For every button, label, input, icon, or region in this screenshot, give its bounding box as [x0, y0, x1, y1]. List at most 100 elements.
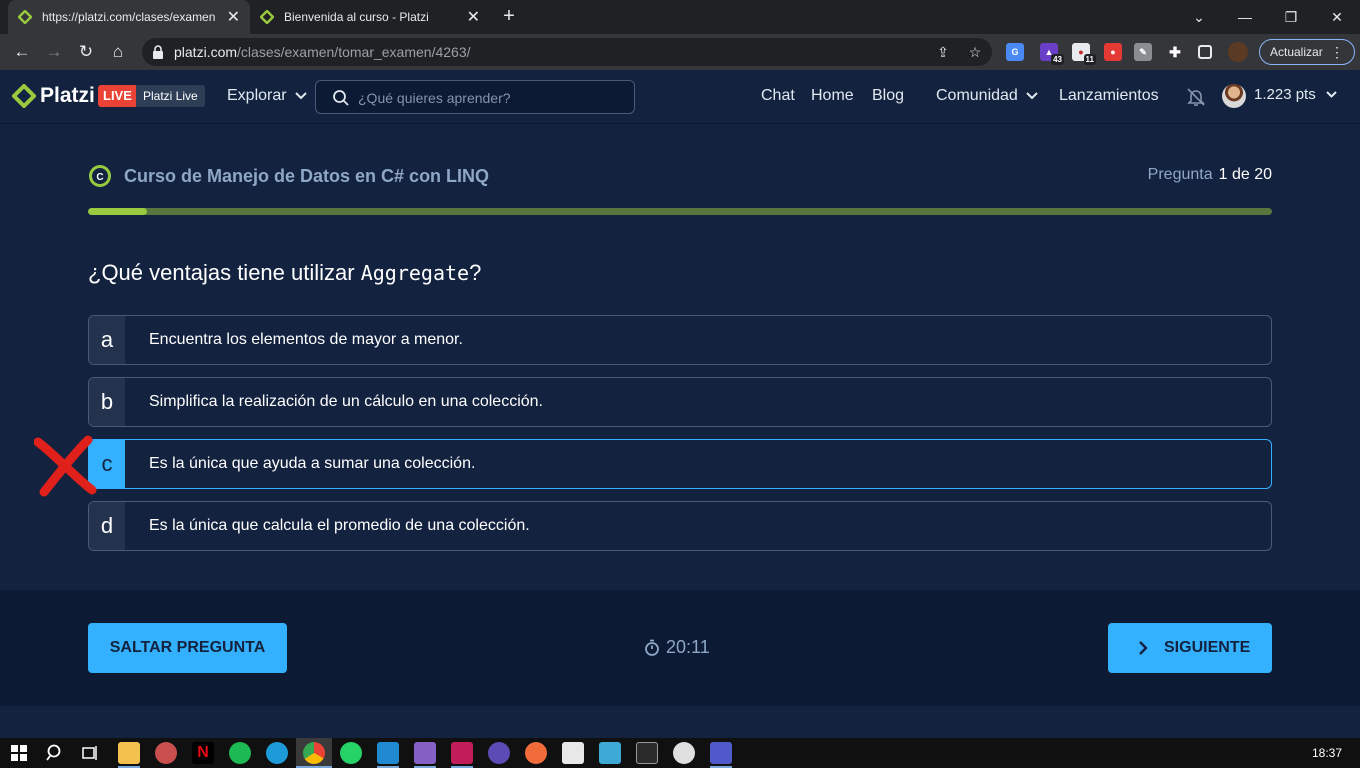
app-icon-4[interactable] [599, 742, 621, 764]
record-extension-icon[interactable]: ● [1104, 43, 1122, 61]
next-question-button[interactable]: SIGUIENTE [1108, 623, 1272, 673]
answer-option-d[interactable]: d Es la única que calcula el promedio de… [88, 501, 1272, 551]
user-avatar[interactable] [1222, 84, 1246, 108]
forward-arrow-icon[interactable]: → [42, 40, 66, 64]
tab-title: Bienvenida al curso - Platzi [284, 10, 429, 24]
minimize-icon[interactable]: — [1222, 0, 1268, 34]
teams-icon[interactable] [710, 742, 732, 764]
chevron-down-icon [1026, 92, 1038, 100]
search-input[interactable] [358, 88, 618, 108]
bookmark-star-icon[interactable]: ☆ [966, 44, 984, 60]
exam-panel: C Curso de Manejo de Datos en C# con LIN… [0, 124, 1360, 590]
nav-chat[interactable]: Chat [761, 87, 795, 105]
svg-text:C: C [96, 172, 103, 183]
platzi-favicon-icon [260, 10, 274, 24]
lock-icon [153, 45, 163, 59]
close-window-icon[interactable]: ✕ [1314, 0, 1360, 34]
home-icon[interactable]: ⌂ [106, 40, 130, 64]
live-badge[interactable]: LIVE [98, 85, 137, 107]
update-button[interactable]: Actualizar ⋮ [1259, 39, 1355, 65]
file-explorer-icon[interactable] [118, 742, 140, 764]
option-text: Es la única que calcula el promedio de u… [149, 517, 530, 534]
share-icon[interactable]: ⇪ [934, 44, 952, 60]
nav-blog[interactable]: Blog [872, 87, 904, 105]
question-counter: Pregunta 1 de 20 [1147, 166, 1272, 183]
answer-option-c[interactable]: c Es la única que ayuda a sumar una cole… [88, 439, 1272, 489]
back-arrow-icon[interactable]: ← [10, 40, 34, 64]
stopwatch-icon [645, 639, 659, 656]
pomodoro-extension-icon[interactable]: ● 11 [1072, 43, 1096, 65]
browser-tab-strip: https://platzi.com/clases/examen ✕ Bienv… [0, 0, 1360, 34]
course-heading: C Curso de Manejo de Datos en C# con LIN… [88, 164, 489, 188]
hat-extension-icon[interactable]: ▲ 43 [1040, 43, 1064, 65]
close-tab-icon[interactable]: ✕ [467, 7, 480, 27]
tab-bienvenida[interactable]: Bienvenida al curso - Platzi ✕ [250, 0, 490, 34]
visual-studio-icon[interactable] [414, 742, 436, 764]
restore-icon[interactable]: ❐ [1268, 0, 1314, 34]
tab-search-chevron-icon[interactable]: ⌄ [1176, 0, 1222, 34]
platzi-favicon-icon [18, 10, 32, 24]
task-view-icon[interactable] [79, 742, 101, 764]
netflix-icon[interactable]: N [192, 742, 214, 764]
start-icon[interactable] [8, 742, 30, 764]
option-letter: b [89, 378, 125, 426]
comunidad-menu[interactable]: Comunidad [936, 87, 1038, 105]
tab-exam[interactable]: https://platzi.com/clases/examen ✕ [8, 0, 250, 34]
close-tab-icon[interactable]: ✕ [227, 7, 240, 27]
nav-home[interactable]: Home [811, 87, 854, 105]
app-icon[interactable] [488, 742, 510, 764]
terminal-icon[interactable] [636, 742, 658, 764]
explorar-menu[interactable]: Explorar [227, 87, 307, 105]
option-text: Encuentra los elementos de mayor a menor… [149, 331, 463, 348]
extensions-puzzle-icon[interactable]: ✚ [1166, 43, 1184, 61]
skip-question-button[interactable]: SALTAR PREGUNTA [88, 623, 287, 673]
new-tab-button[interactable]: + [498, 5, 520, 27]
edge-icon[interactable] [266, 742, 288, 764]
whatsapp-icon[interactable] [340, 742, 362, 764]
profile-avatar[interactable] [1228, 42, 1248, 62]
paint-icon[interactable] [155, 742, 177, 764]
edit-extension-icon[interactable]: ✎ [1134, 43, 1152, 61]
question-text: ¿Qué ventajas tiene utilizar Aggregate? [88, 260, 482, 285]
app-icon-3[interactable] [562, 742, 584, 764]
search-icon [333, 90, 349, 106]
app-icon-5[interactable] [673, 742, 695, 764]
platzi-logo[interactable]: Platzi [12, 84, 95, 108]
platzi-header: Platzi LIVE Platzi Live Explorar Chat Ho… [0, 70, 1360, 124]
exam-timer: 20:11 [644, 637, 710, 658]
exam-footer: SALTAR PREGUNTA 20:11 SIGUIENTE [0, 590, 1360, 706]
points-value: 1.223 pts [1254, 86, 1316, 103]
platzi-logo-icon [12, 84, 36, 108]
spotify-icon[interactable] [229, 742, 251, 764]
platzi-live-link[interactable]: Platzi Live [136, 85, 205, 107]
chevron-down-icon [294, 92, 307, 100]
csharp-badge-icon: C [89, 165, 111, 187]
wrong-answer-x-mark-icon [34, 435, 97, 497]
search-box[interactable] [315, 80, 635, 114]
points-menu[interactable]: 1.223 pts [1254, 86, 1337, 103]
chevron-down-icon [1326, 91, 1337, 98]
option-letter: d [89, 502, 125, 550]
notifications-off-bell-icon[interactable] [1185, 86, 1207, 108]
page-bottom-area [0, 706, 1360, 738]
exam-progress-bar [88, 208, 1272, 215]
app-icon-2[interactable] [525, 742, 547, 764]
search-icon[interactable] [44, 742, 66, 764]
address-bar[interactable]: platzi.com/clases/examen/tomar_examen/42… [142, 38, 992, 66]
nav-lanzamientos[interactable]: Lanzamientos [1059, 87, 1159, 105]
browser-toolbar: ← → ↻ ⌂ platzi.com/clases/examen/tomar_e… [0, 34, 1360, 70]
translate-icon[interactable]: G [1006, 43, 1024, 61]
option-text: Simplifica la realización de un cálculo … [149, 393, 543, 410]
menu-dots-icon: ⋮ [1330, 44, 1344, 60]
vscode-icon[interactable] [377, 742, 399, 764]
reload-icon[interactable]: ↻ [74, 40, 98, 64]
taskbar-clock: 18:37 [1311, 746, 1342, 760]
option-letter: a [89, 316, 125, 364]
answer-option-b[interactable]: b Simplifica la realización de un cálcul… [88, 377, 1272, 427]
side-panel-icon[interactable] [1198, 45, 1212, 59]
chrome-icon[interactable] [303, 742, 325, 764]
windows-taskbar: N 18:37 [0, 738, 1360, 768]
answer-option-a[interactable]: a Encuentra los elementos de mayor a men… [88, 315, 1272, 365]
rider-icon[interactable] [451, 742, 473, 764]
url-text: platzi.com/clases/examen/tomar_examen/42… [174, 44, 471, 60]
